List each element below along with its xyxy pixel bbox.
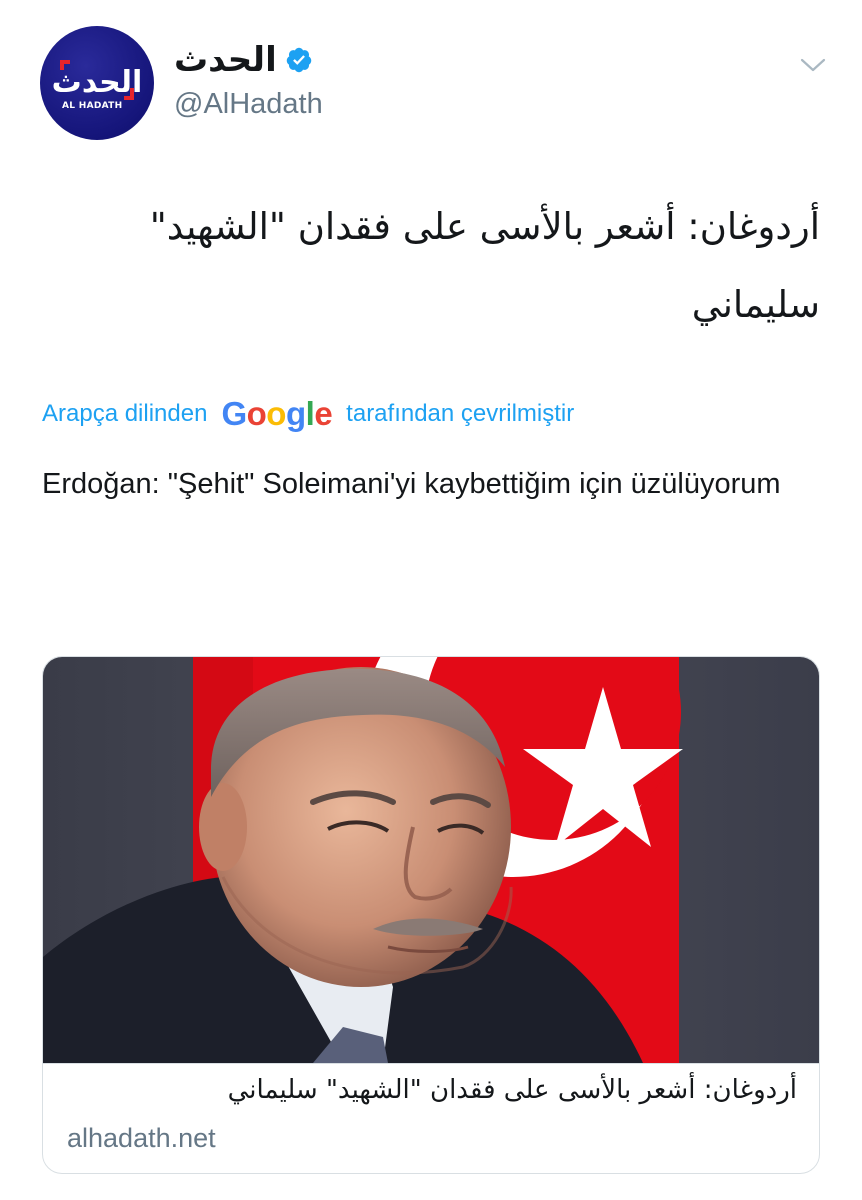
avatar[interactable]: الحدث AL HADATH [40,26,154,140]
tweet-text: أردوغان: أشعر بالأسى على فقدان "الشهيد" … [149,205,820,326]
verified-badge-icon [286,47,311,73]
author-handle[interactable]: @AlHadath [174,88,323,121]
google-logo-letter: G [221,395,247,432]
display-name-row[interactable]: الحدث [174,40,313,80]
translated-by-prefix: Arapça dilinden [42,400,208,427]
google-logo-icon: G o o g l e [221,395,332,433]
avatar-caption: AL HADATH [62,101,123,111]
google-logo-letter: g [285,395,306,432]
google-logo-letter: e [314,395,333,432]
link-preview-card[interactable]: أردوغان: أشعر بالأسى على فقدان "الشهيد" … [42,656,820,1174]
display-name[interactable]: الحدث [174,40,277,80]
google-logo-letter: o [266,395,286,432]
google-logo-letter: o [246,395,267,432]
chevron-down-icon[interactable] [796,48,830,82]
google-logo-letter: l [305,395,315,432]
card-photo-image [43,657,819,1063]
translated-by-suffix: tarafından çevrilmiştir [346,400,575,427]
avatar-logo-text: الحدث [52,65,143,100]
card-image[interactable] [43,657,819,1064]
alhadath-logo-icon: الحدث [52,60,143,100]
translated-tweet-text: Erdoğan: "Şehit" Soleimani'yi kaybettiği… [42,468,781,500]
card-title: أردوغان: أشعر بالأسى على فقدان "الشهيد" … [227,1075,797,1105]
card-domain: alhadath.net [67,1123,216,1153]
tweet-header: الحدث AL HADATH الحدث @AlHadath [40,26,830,142]
translated-by-link[interactable]: Arapça dilinden G o o g l e tarafından ç… [42,394,574,434]
